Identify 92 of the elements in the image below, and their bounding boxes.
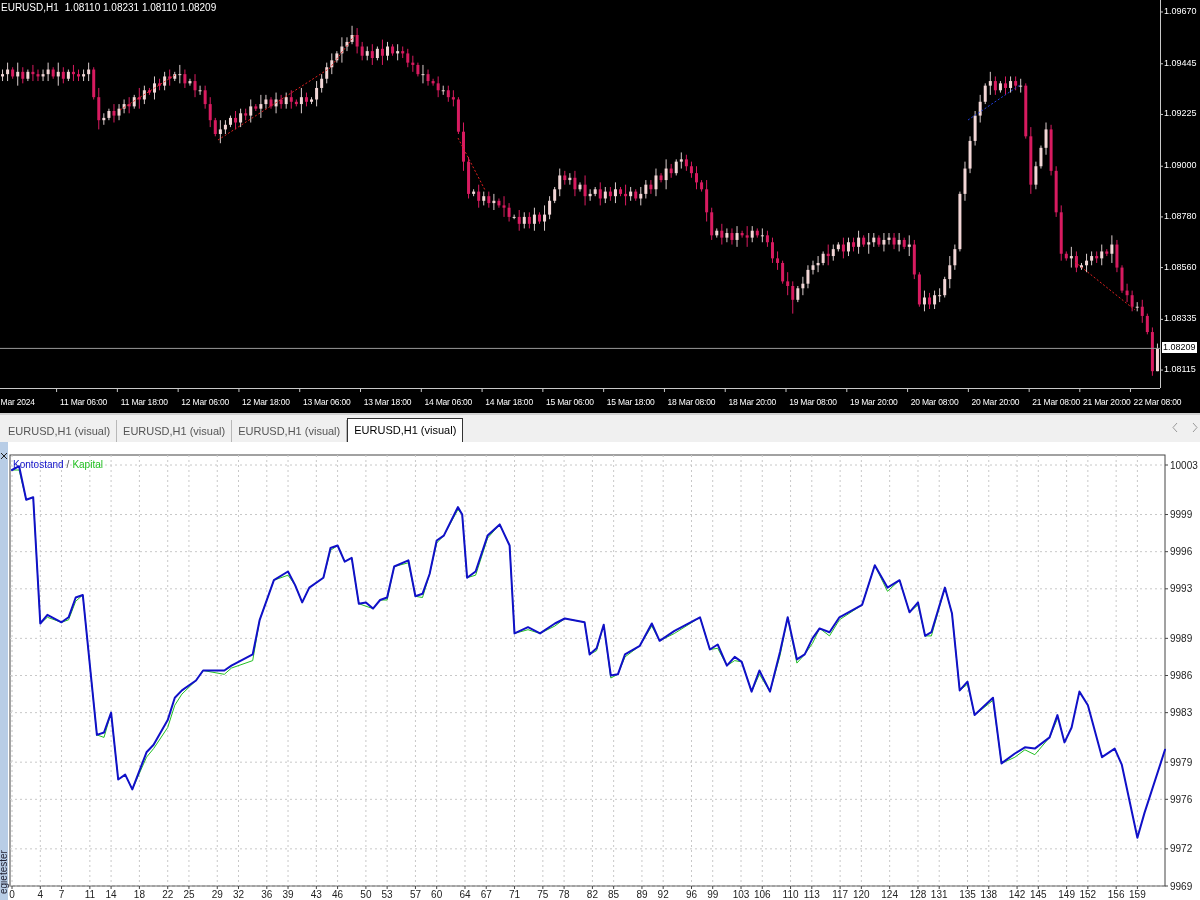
price-label: 1.09670 (1164, 6, 1197, 16)
x-tick-label: 29 (211, 889, 223, 900)
x-tick-label: 145 (1029, 889, 1047, 900)
y-tick-label: 9983 (1170, 707, 1193, 719)
time-label: 19 Mar 20:00 (849, 398, 898, 407)
x-tick-label: 11 (84, 889, 96, 900)
x-tick-label: 64 (459, 889, 471, 900)
time-label: Mar 2024 (0, 398, 35, 407)
x-tick-label: 36 (261, 889, 273, 900)
x-tick-label: 25 (183, 889, 195, 900)
x-tick-label: 32 (232, 889, 245, 900)
x-tick-label: 159 (1129, 889, 1146, 900)
time-label: 18 Mar 20:00 (728, 398, 777, 407)
time-label: 11 Mar 06:00 (60, 398, 108, 407)
price-label: 1.09445 (1164, 58, 1197, 68)
price-label: 1.08560 (1164, 262, 1197, 272)
x-tick-label: 57 (409, 889, 421, 900)
x-tick-label: 43 (310, 889, 322, 900)
y-tick-label: 9986 (1170, 670, 1193, 681)
x-tick-label: 0 (9, 889, 15, 900)
price-label: 1.08780 (1164, 211, 1197, 221)
x-tick-label: 110 (782, 889, 799, 900)
y-tick-label: 9999 (1170, 509, 1193, 521)
y-tick-label: 9996 (1170, 546, 1193, 558)
price-label: 1.09000 (1164, 161, 1197, 171)
ohlc-values: 1.08110 1.08231 1.08110 1.08209 (64, 3, 217, 13)
time-label: 20 Mar 08:00 (910, 398, 959, 407)
x-tick-label: 142 (1008, 889, 1026, 900)
x-tick-label: 92 (657, 889, 669, 900)
x-tick-label: 117 (832, 889, 849, 900)
x-tick-label: 50 (360, 889, 372, 900)
x-tick-label: 4 (37, 889, 44, 900)
x-tick-label: 82 (586, 889, 598, 900)
x-tick-label: 22 (162, 889, 174, 900)
x-tick-label: 113 (803, 889, 820, 900)
x-tick-label: 71 (508, 889, 521, 900)
x-tick-label: 156 (1107, 889, 1125, 900)
y-tick-label: 10003 (1170, 459, 1198, 471)
time-label: 13 Mar 18:00 (363, 398, 412, 407)
x-tick-label: 53 (381, 889, 393, 900)
y-tick-label: 9969 (1170, 880, 1193, 892)
time-label: 21 Mar 08:00 (1032, 398, 1080, 407)
panel-title: egietester (0, 850, 9, 894)
time-label: 12 Mar 18:00 (242, 398, 290, 407)
x-tick-label: 39 (282, 889, 294, 900)
x-tick-label: 149 (1058, 889, 1075, 900)
x-tick-label: 78 (558, 889, 570, 900)
time-label: 18 Mar 08:00 (667, 398, 716, 407)
price-label: 1.09225 (1164, 109, 1197, 119)
time-label: 14 Mar 18:00 (485, 398, 533, 407)
x-tick-label: 120 (853, 889, 870, 900)
symbol-label: EURUSD,H1 (1, 3, 59, 13)
legend-label: Kontostand (13, 459, 64, 470)
time-label: 15 Mar 18:00 (606, 398, 655, 407)
x-tick-label: 89 (636, 889, 648, 900)
x-tick-label: 75 (537, 889, 549, 900)
time-label: 13 Mar 06:00 (302, 398, 351, 407)
x-tick-label: 46 (332, 889, 344, 900)
legend-label: Kapital (72, 459, 103, 470)
x-tick-label: 131 (930, 889, 948, 900)
y-tick-label: 9989 (1170, 632, 1193, 644)
time-label: 11 Mar 18:00 (120, 398, 168, 407)
x-tick-label: 135 (959, 889, 976, 900)
price-label: 1.08335 (1164, 314, 1197, 324)
price-label: 1.08115 (1164, 365, 1196, 375)
time-label: 22 Mar 08:00 (1133, 398, 1182, 407)
x-tick-label: 99 (707, 889, 719, 900)
x-tick-label: 96 (685, 889, 698, 900)
y-tick-label: 9993 (1170, 583, 1193, 595)
x-tick-label: 152 (1079, 889, 1097, 900)
time-label: 19 Mar 08:00 (789, 398, 837, 407)
current-price-label: 1.08209 (1162, 342, 1197, 353)
time-label: 20 Mar 20:00 (971, 398, 1020, 407)
y-tick-label: 9979 (1170, 756, 1193, 768)
x-tick-label: 138 (980, 889, 998, 900)
x-tick-label: 124 (881, 889, 898, 900)
time-label: 12 Mar 06:00 (181, 398, 229, 407)
x-tick-label: 7 (58, 889, 65, 900)
x-tick-label: 85 (608, 889, 620, 900)
x-tick-label: 103 (732, 889, 750, 900)
x-tick-label: 18 (133, 889, 145, 900)
x-tick-label: 106 (753, 889, 771, 900)
x-tick-label: 67 (480, 889, 492, 900)
y-tick-label: 9972 (1170, 843, 1193, 855)
y-tick-label: 9976 (1170, 793, 1193, 805)
x-tick-label: 128 (909, 889, 927, 900)
legend-separator: / (66, 459, 70, 470)
time-label: 15 Mar 06:00 (546, 398, 594, 407)
x-tick-label: 14 (105, 889, 117, 900)
time-label: 21 Mar 20:00 (1082, 398, 1131, 407)
time-label: 14 Mar 06:00 (424, 398, 473, 407)
x-tick-label: 60 (431, 889, 443, 900)
